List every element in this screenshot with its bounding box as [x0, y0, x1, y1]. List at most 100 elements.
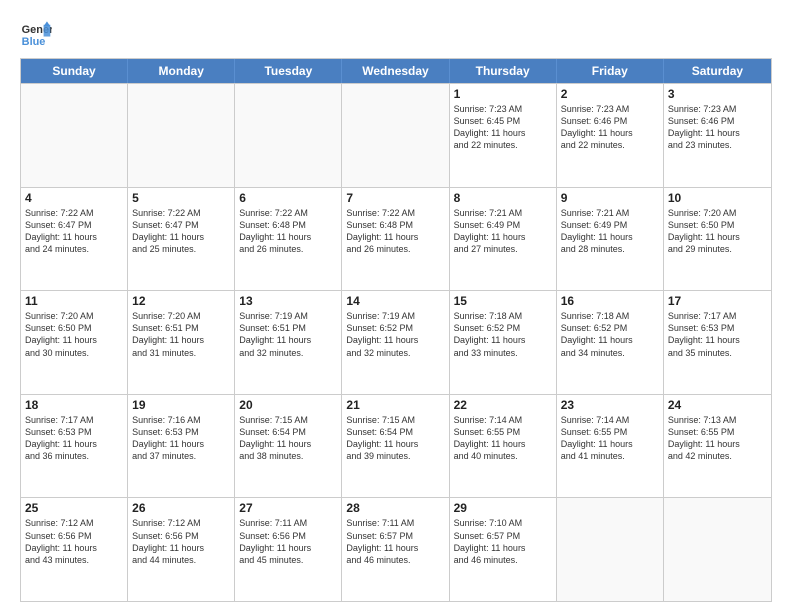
- day-cell-7: 7 Sunrise: 7:22 AM Sunset: 6:48 PM Daylig…: [342, 188, 449, 291]
- day-number: 11: [25, 294, 123, 308]
- day-info: Sunrise: 7:17 AM Sunset: 6:53 PM Dayligh…: [25, 414, 123, 463]
- day-info: Sunrise: 7:17 AM Sunset: 6:53 PM Dayligh…: [668, 310, 767, 359]
- day-info: Sunrise: 7:12 AM Sunset: 6:56 PM Dayligh…: [132, 517, 230, 566]
- day-info: Sunrise: 7:12 AM Sunset: 6:56 PM Dayligh…: [25, 517, 123, 566]
- day-cell-22: 22 Sunrise: 7:14 AM Sunset: 6:55 PM Dayli…: [450, 395, 557, 498]
- day-number: 28: [346, 501, 444, 515]
- day-cell-9: 9 Sunrise: 7:21 AM Sunset: 6:49 PM Daylig…: [557, 188, 664, 291]
- empty-cell: [21, 84, 128, 187]
- day-cell-28: 28 Sunrise: 7:11 AM Sunset: 6:57 PM Dayli…: [342, 498, 449, 601]
- day-cell-16: 16 Sunrise: 7:18 AM Sunset: 6:52 PM Dayli…: [557, 291, 664, 394]
- day-number: 17: [668, 294, 767, 308]
- day-info: Sunrise: 7:16 AM Sunset: 6:53 PM Dayligh…: [132, 414, 230, 463]
- day-number: 12: [132, 294, 230, 308]
- day-number: 4: [25, 191, 123, 205]
- day-cell-12: 12Sunrise: 7:20 AM Sunset: 6:51 PM Dayli…: [128, 291, 235, 394]
- day-info: Sunrise: 7:23 AM Sunset: 6:46 PM Dayligh…: [561, 103, 659, 152]
- day-cell-25: 25 Sunrise: 7:12 AM Sunset: 6:56 PM Dayli…: [21, 498, 128, 601]
- day-info: Sunrise: 7:15 AM Sunset: 6:54 PM Dayligh…: [346, 414, 444, 463]
- day-info: Sunrise: 7:21 AM Sunset: 6:49 PM Dayligh…: [561, 207, 659, 256]
- day-number: 16: [561, 294, 659, 308]
- day-info: Sunrise: 7:11 AM Sunset: 6:57 PM Dayligh…: [346, 517, 444, 566]
- day-info: Sunrise: 7:19 AM Sunset: 6:51 PM Dayligh…: [239, 310, 337, 359]
- day-number: 22: [454, 398, 552, 412]
- day-info: Sunrise: 7:22 AM Sunset: 6:48 PM Dayligh…: [239, 207, 337, 256]
- page: General Blue SundayMondayTuesdayWednesda…: [0, 0, 792, 612]
- day-number: 27: [239, 501, 337, 515]
- logo-icon: General Blue: [20, 18, 52, 50]
- day-cell-27: 27 Sunrise: 7:11 AM Sunset: 6:56 PM Dayli…: [235, 498, 342, 601]
- day-cell-3: 3 Sunrise: 7:23 AM Sunset: 6:46 PM Daylig…: [664, 84, 771, 187]
- weekday-header-sunday: Sunday: [21, 59, 128, 83]
- day-cell-19: 19 Sunrise: 7:16 AM Sunset: 6:53 PM Dayli…: [128, 395, 235, 498]
- day-info: Sunrise: 7:22 AM Sunset: 6:47 PM Dayligh…: [25, 207, 123, 256]
- day-number: 25: [25, 501, 123, 515]
- calendar-body: 1Sunrise: 7:23 AM Sunset: 6:45 PM Daylig…: [21, 83, 771, 601]
- day-cell-17: 17 Sunrise: 7:17 AM Sunset: 6:53 PM Dayli…: [664, 291, 771, 394]
- day-number: 3: [668, 87, 767, 101]
- day-number: 2: [561, 87, 659, 101]
- weekday-header-wednesday: Wednesday: [342, 59, 449, 83]
- day-number: 7: [346, 191, 444, 205]
- day-cell-1: 1Sunrise: 7:23 AM Sunset: 6:45 PM Daylig…: [450, 84, 557, 187]
- day-number: 1: [454, 87, 552, 101]
- day-number: 8: [454, 191, 552, 205]
- day-cell-13: 13 Sunrise: 7:19 AM Sunset: 6:51 PM Dayli…: [235, 291, 342, 394]
- day-info: Sunrise: 7:14 AM Sunset: 6:55 PM Dayligh…: [561, 414, 659, 463]
- calendar: SundayMondayTuesdayWednesdayThursdayFrid…: [20, 58, 772, 602]
- week-row-3: 11 Sunrise: 7:20 AM Sunset: 6:50 PM Dayli…: [21, 290, 771, 394]
- day-number: 20: [239, 398, 337, 412]
- day-info: Sunrise: 7:11 AM Sunset: 6:56 PM Dayligh…: [239, 517, 337, 566]
- day-info: Sunrise: 7:18 AM Sunset: 6:52 PM Dayligh…: [561, 310, 659, 359]
- day-cell-2: 2 Sunrise: 7:23 AM Sunset: 6:46 PM Daylig…: [557, 84, 664, 187]
- day-number: 18: [25, 398, 123, 412]
- day-cell-18: 18 Sunrise: 7:17 AM Sunset: 6:53 PM Dayli…: [21, 395, 128, 498]
- day-cell-11: 11 Sunrise: 7:20 AM Sunset: 6:50 PM Dayli…: [21, 291, 128, 394]
- day-cell-20: 20Sunrise: 7:15 AM Sunset: 6:54 PM Dayli…: [235, 395, 342, 498]
- day-number: 29: [454, 501, 552, 515]
- day-cell-8: 8 Sunrise: 7:21 AM Sunset: 6:49 PM Daylig…: [450, 188, 557, 291]
- day-cell-4: 4 Sunrise: 7:22 AM Sunset: 6:47 PM Daylig…: [21, 188, 128, 291]
- day-number: 6: [239, 191, 337, 205]
- day-info: Sunrise: 7:23 AM Sunset: 6:46 PM Dayligh…: [668, 103, 767, 152]
- day-cell-26: 26 Sunrise: 7:12 AM Sunset: 6:56 PM Dayli…: [128, 498, 235, 601]
- day-number: 26: [132, 501, 230, 515]
- week-row-2: 4 Sunrise: 7:22 AM Sunset: 6:47 PM Daylig…: [21, 187, 771, 291]
- day-info: Sunrise: 7:14 AM Sunset: 6:55 PM Dayligh…: [454, 414, 552, 463]
- day-info: Sunrise: 7:21 AM Sunset: 6:49 PM Dayligh…: [454, 207, 552, 256]
- svg-text:Blue: Blue: [22, 36, 46, 48]
- empty-cell: [557, 498, 664, 601]
- day-info: Sunrise: 7:18 AM Sunset: 6:52 PM Dayligh…: [454, 310, 552, 359]
- week-row-1: 1Sunrise: 7:23 AM Sunset: 6:45 PM Daylig…: [21, 83, 771, 187]
- week-row-5: 25 Sunrise: 7:12 AM Sunset: 6:56 PM Dayli…: [21, 497, 771, 601]
- empty-cell: [342, 84, 449, 187]
- day-number: 9: [561, 191, 659, 205]
- weekday-header-tuesday: Tuesday: [235, 59, 342, 83]
- day-info: Sunrise: 7:19 AM Sunset: 6:52 PM Dayligh…: [346, 310, 444, 359]
- weekday-header-saturday: Saturday: [664, 59, 771, 83]
- day-cell-14: 14 Sunrise: 7:19 AM Sunset: 6:52 PM Dayli…: [342, 291, 449, 394]
- day-number: 10: [668, 191, 767, 205]
- day-info: Sunrise: 7:20 AM Sunset: 6:50 PM Dayligh…: [668, 207, 767, 256]
- empty-cell: [235, 84, 342, 187]
- weekday-header-thursday: Thursday: [450, 59, 557, 83]
- day-cell-15: 15 Sunrise: 7:18 AM Sunset: 6:52 PM Dayli…: [450, 291, 557, 394]
- day-info: Sunrise: 7:22 AM Sunset: 6:48 PM Dayligh…: [346, 207, 444, 256]
- day-cell-21: 21 Sunrise: 7:15 AM Sunset: 6:54 PM Dayli…: [342, 395, 449, 498]
- day-cell-23: 23Sunrise: 7:14 AM Sunset: 6:55 PM Dayli…: [557, 395, 664, 498]
- day-cell-29: 29 Sunrise: 7:10 AM Sunset: 6:57 PM Dayli…: [450, 498, 557, 601]
- day-number: 24: [668, 398, 767, 412]
- day-info: Sunrise: 7:10 AM Sunset: 6:57 PM Dayligh…: [454, 517, 552, 566]
- day-number: 5: [132, 191, 230, 205]
- day-number: 15: [454, 294, 552, 308]
- weekday-header-friday: Friday: [557, 59, 664, 83]
- day-number: 13: [239, 294, 337, 308]
- day-number: 21: [346, 398, 444, 412]
- day-number: 19: [132, 398, 230, 412]
- day-info: Sunrise: 7:22 AM Sunset: 6:47 PM Dayligh…: [132, 207, 230, 256]
- day-number: 14: [346, 294, 444, 308]
- empty-cell: [128, 84, 235, 187]
- day-info: Sunrise: 7:13 AM Sunset: 6:55 PM Dayligh…: [668, 414, 767, 463]
- day-cell-5: 5 Sunrise: 7:22 AM Sunset: 6:47 PM Daylig…: [128, 188, 235, 291]
- day-info: Sunrise: 7:20 AM Sunset: 6:50 PM Dayligh…: [25, 310, 123, 359]
